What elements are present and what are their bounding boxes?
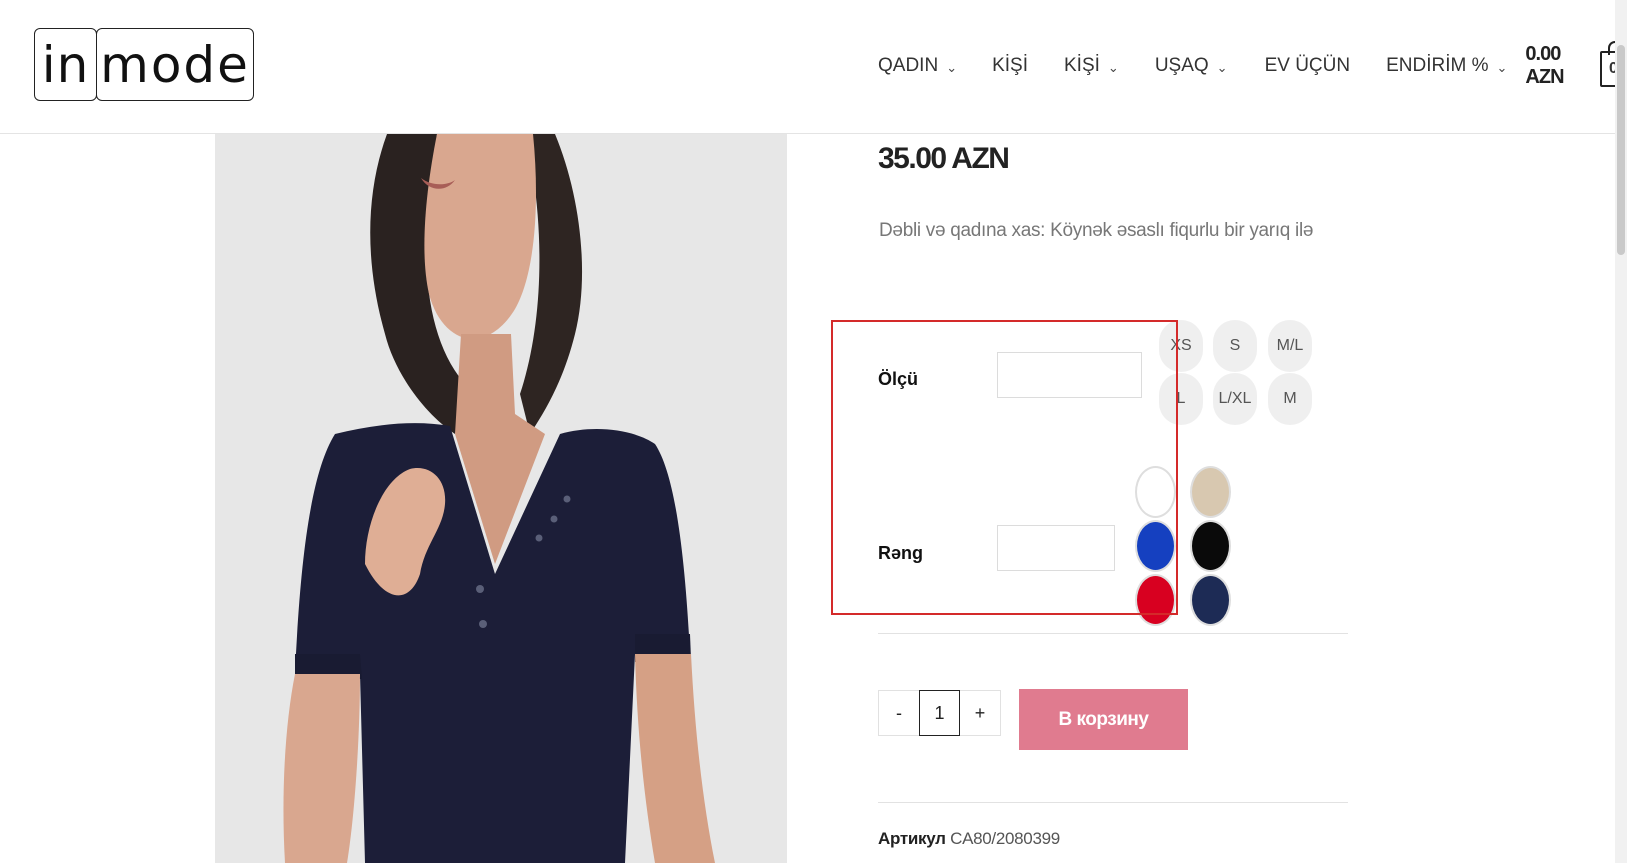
size-label: Ölçü (878, 369, 919, 389)
chevron-down-icon: ⌄ (1107, 60, 1119, 75)
nav-item-kisi-dropdown[interactable]: KİŞİ ⌄ (1064, 55, 1119, 77)
color-select[interactable] (997, 525, 1115, 571)
sku-label: Артикул (878, 829, 946, 848)
size-option-m[interactable]: M (1268, 373, 1312, 425)
product-sku: Артикул CA80/2080399 (878, 829, 1060, 849)
quantity-stepper: - + (878, 690, 1001, 736)
nav-item-qadin[interactable]: QADIN ⌄ (878, 55, 957, 77)
size-option-s[interactable]: S (1213, 320, 1257, 372)
nav-item-endirim[interactable]: ENDİRİM % ⌄ (1386, 55, 1507, 77)
nav-item-label: KİŞİ (992, 55, 1028, 76)
chevron-down-icon: ⌄ (1496, 60, 1508, 75)
color-label: Rəng (878, 543, 923, 563)
site-logo[interactable]: in mode (34, 28, 254, 101)
size-option-l[interactable]: L (1159, 373, 1203, 425)
size-option-l-xl[interactable]: L/XL (1213, 373, 1257, 425)
color-swatch-beige[interactable] (1190, 466, 1231, 518)
scrollbar-thumb[interactable] (1617, 45, 1625, 255)
product-description: Dəbli və qadına xas: Köynək əsaslı fiqur… (879, 220, 1314, 241)
divider (878, 633, 1348, 634)
divider (878, 802, 1348, 803)
chevron-down-icon: ⌄ (1216, 60, 1228, 75)
nav-item-label: UŞAQ (1154, 55, 1209, 76)
color-swatch-red[interactable] (1135, 574, 1176, 626)
add-to-cart-button[interactable]: В корзину (1019, 689, 1188, 750)
main-nav: QADIN ⌄ KİŞİ KİŞİ ⌄ UŞAQ ⌄ EV ÜÇÜN ENDİR… (878, 41, 1627, 88)
logo-part-in: in (34, 28, 97, 101)
size-select[interactable] (997, 352, 1142, 398)
color-swatch-black[interactable] (1190, 520, 1231, 572)
nav-item-label: ENDİRİM % (1386, 55, 1489, 76)
nav-item-label: KİŞİ (1064, 55, 1100, 76)
nav-item-kisi[interactable]: KİŞİ (992, 55, 1028, 77)
quantity-plus-button[interactable]: + (960, 691, 1000, 735)
nav-item-ev-ucun[interactable]: EV ÜÇÜN (1265, 55, 1351, 77)
color-swatch-blue[interactable] (1135, 520, 1176, 572)
chevron-down-icon: ⌄ (946, 60, 958, 75)
product-image (215, 134, 787, 863)
size-option-m-l[interactable]: M/L (1268, 320, 1312, 372)
logo-part-mode: mode (96, 28, 254, 101)
model-illustration (215, 134, 787, 863)
page-scrollbar[interactable] (1615, 0, 1627, 863)
color-swatch-navy[interactable] (1190, 574, 1231, 626)
sku-value: CA80/2080399 (950, 829, 1060, 848)
quantity-input[interactable] (919, 690, 960, 736)
site-header: in mode QADIN ⌄ KİŞİ KİŞİ ⌄ UŞAQ ⌄ EV ÜÇ… (0, 0, 1627, 134)
nav-item-label: EV ÜÇÜN (1264, 55, 1351, 76)
cart-total[interactable]: 0.00 AZN (1525, 43, 1593, 89)
quantity-minus-button[interactable]: - (879, 691, 919, 735)
color-swatch-white[interactable] (1135, 466, 1176, 518)
nav-item-usaq[interactable]: UŞAQ ⌄ (1155, 55, 1228, 77)
nav-item-label: QADIN (878, 55, 939, 76)
size-option-xs[interactable]: XS (1159, 320, 1203, 372)
product-price: 35.00 AZN (878, 142, 1010, 175)
